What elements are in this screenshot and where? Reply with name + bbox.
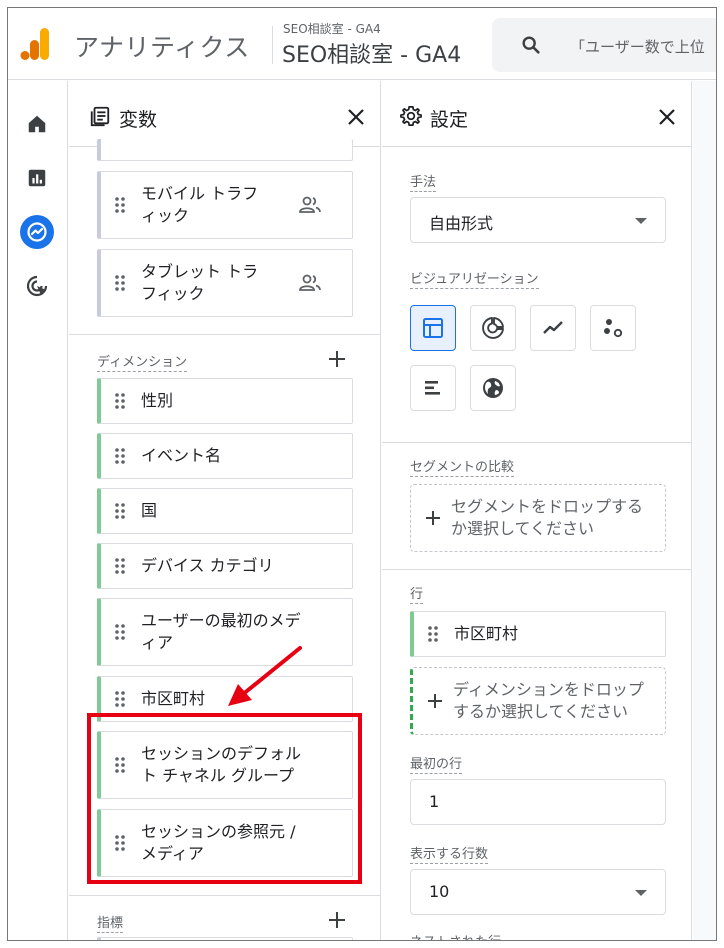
variables-list-icon xyxy=(90,106,110,127)
variables-title: 変数 xyxy=(119,109,158,131)
settings-panel-header: 設定 xyxy=(382,81,691,147)
app-title: アナリティクス xyxy=(74,33,250,62)
nav-reports[interactable] xyxy=(20,161,54,195)
advertising-icon xyxy=(26,275,48,297)
row-dimension-chip[interactable]: 市区町村 xyxy=(410,611,666,657)
dimension-chip-label: 市区町村 xyxy=(141,689,206,708)
nav-home[interactable] xyxy=(20,107,54,141)
viz-donut-button[interactable] xyxy=(470,305,516,351)
nav-advertising[interactable] xyxy=(20,269,54,303)
rows-label: 行 xyxy=(410,583,424,604)
variables-panel-header: 変数 xyxy=(69,81,380,147)
section-divider xyxy=(382,442,691,443)
drag-handle-icon[interactable] xyxy=(115,393,125,409)
drag-handle-icon[interactable] xyxy=(115,275,125,291)
close-icon[interactable] xyxy=(346,107,366,127)
table-icon xyxy=(423,318,443,338)
segment-chip-label: タブレット トラ フィック xyxy=(141,262,259,303)
technique-label: 手法 xyxy=(410,171,437,192)
segment-chip-label: モバイル トラフ ィック xyxy=(141,184,259,225)
search-placeholder: 「ユーザー数で上位 xyxy=(570,38,705,56)
people-icon xyxy=(299,274,321,291)
left-nav-rail xyxy=(8,81,68,940)
technique-value: 自由形式 xyxy=(429,214,494,233)
first-row-input[interactable]: 1 xyxy=(410,779,666,825)
annotation-arrow-icon xyxy=(228,646,302,706)
drag-handle-icon[interactable] xyxy=(115,503,125,519)
dimensions-label: ディメンション xyxy=(97,351,188,372)
drag-handle-icon[interactable] xyxy=(115,624,125,640)
line-chart-icon xyxy=(543,321,563,334)
visualization-label: ビジュアリゼーション xyxy=(410,268,539,289)
drag-handle-icon[interactable] xyxy=(115,691,125,707)
segment-compare-label: セグメントの比較 xyxy=(410,456,515,477)
section-divider xyxy=(69,895,380,896)
dimension-chip[interactable]: 国 xyxy=(97,488,353,534)
show-rows-label: 表示する行数 xyxy=(410,843,489,864)
viz-scatter-button[interactable] xyxy=(590,305,636,351)
technique-select[interactable]: 自由形式 xyxy=(410,197,666,243)
scatter-plot-icon xyxy=(604,319,623,338)
row-drop-text: ディメンションをドロップ するか選択してください xyxy=(453,680,644,721)
property-name[interactable]: SEO相談室 - GA4 xyxy=(282,37,461,69)
canvas-edge xyxy=(693,81,716,940)
settings-title: 設定 xyxy=(430,109,469,131)
segment-chip[interactable]: モバイル トラフ ィック xyxy=(97,171,353,239)
segment-chip[interactable]: タブレット トラ フィック xyxy=(97,249,353,317)
dimension-chip-label: デバイス カテゴリ xyxy=(141,556,274,575)
top-header: アナリティクス SEO相談室 - GA4 SEO相談室 - GA4 「ユーザー数… xyxy=(8,8,716,80)
metric-chip-partial[interactable] xyxy=(97,937,353,940)
explore-icon xyxy=(27,222,47,242)
row-dimension-label: 市区町村 xyxy=(454,624,519,643)
show-rows-value: 10 xyxy=(429,882,450,901)
segment-drop-zone[interactable]: セグメントをドロップする か選択してください xyxy=(410,484,666,552)
people-icon xyxy=(299,196,321,213)
plus-icon xyxy=(426,511,440,525)
section-divider xyxy=(382,569,691,570)
drag-handle-icon[interactable] xyxy=(115,448,125,464)
gear-icon xyxy=(400,105,422,127)
add-metric-plus-icon[interactable] xyxy=(327,910,347,930)
viz-line-button[interactable] xyxy=(530,305,576,351)
section-divider xyxy=(69,334,380,335)
first-row-label: 最初の行 xyxy=(410,753,463,774)
show-rows-select[interactable]: 10 xyxy=(410,869,666,915)
bar-chart-icon xyxy=(425,381,440,395)
drag-handle-icon[interactable] xyxy=(115,197,125,213)
dimension-chip[interactable]: デバイス カテゴリ xyxy=(97,543,353,589)
dropdown-caret-icon xyxy=(635,218,647,224)
analytics-logo-icon[interactable] xyxy=(20,26,50,62)
dimension-chip-label: 国 xyxy=(141,501,158,520)
drag-handle-icon[interactable] xyxy=(428,626,438,642)
add-dimension-plus-icon[interactable] xyxy=(327,349,347,369)
dimension-chip-label: 性別 xyxy=(141,391,174,410)
viz-geo-button[interactable] xyxy=(470,365,516,411)
plus-icon xyxy=(428,694,442,708)
segment-drop-text: セグメントをドロップする か選択してください xyxy=(451,497,644,538)
reports-icon xyxy=(28,169,46,187)
viz-bar-button[interactable] xyxy=(410,365,456,411)
donut-chart-icon xyxy=(482,317,504,339)
close-icon[interactable] xyxy=(657,107,677,127)
first-row-value: 1 xyxy=(429,792,440,811)
search-bar[interactable]: 「ユーザー数で上位 xyxy=(492,18,716,72)
account-name-small[interactable]: SEO相談室 - GA4 xyxy=(283,20,381,37)
drag-handle-icon[interactable] xyxy=(115,558,125,574)
dropdown-caret-icon xyxy=(635,890,647,896)
header-divider xyxy=(272,26,273,64)
globe-icon xyxy=(483,378,503,398)
search-icon xyxy=(522,36,540,54)
home-icon xyxy=(28,115,46,133)
dimension-chip[interactable]: 性別 xyxy=(97,378,353,424)
dimension-chip[interactable]: イベント名 xyxy=(97,433,353,479)
annotation-highlight-box xyxy=(87,713,362,884)
dimension-chip-label: イベント名 xyxy=(141,446,222,465)
metrics-label: 指標 xyxy=(97,912,124,933)
segment-chip-partial[interactable] xyxy=(97,139,353,161)
settings-panel: 設定 手法 自由形式 ビジュアリゼーション セグメントの比較 セグメントをドロッ… xyxy=(382,81,692,940)
nav-explore[interactable] xyxy=(20,215,54,249)
nested-rows-label: ネストされた行 xyxy=(410,931,501,940)
viz-table-button[interactable] xyxy=(410,305,456,351)
row-drop-zone[interactable]: ディメンションをドロップ するか選択してください xyxy=(410,667,666,735)
